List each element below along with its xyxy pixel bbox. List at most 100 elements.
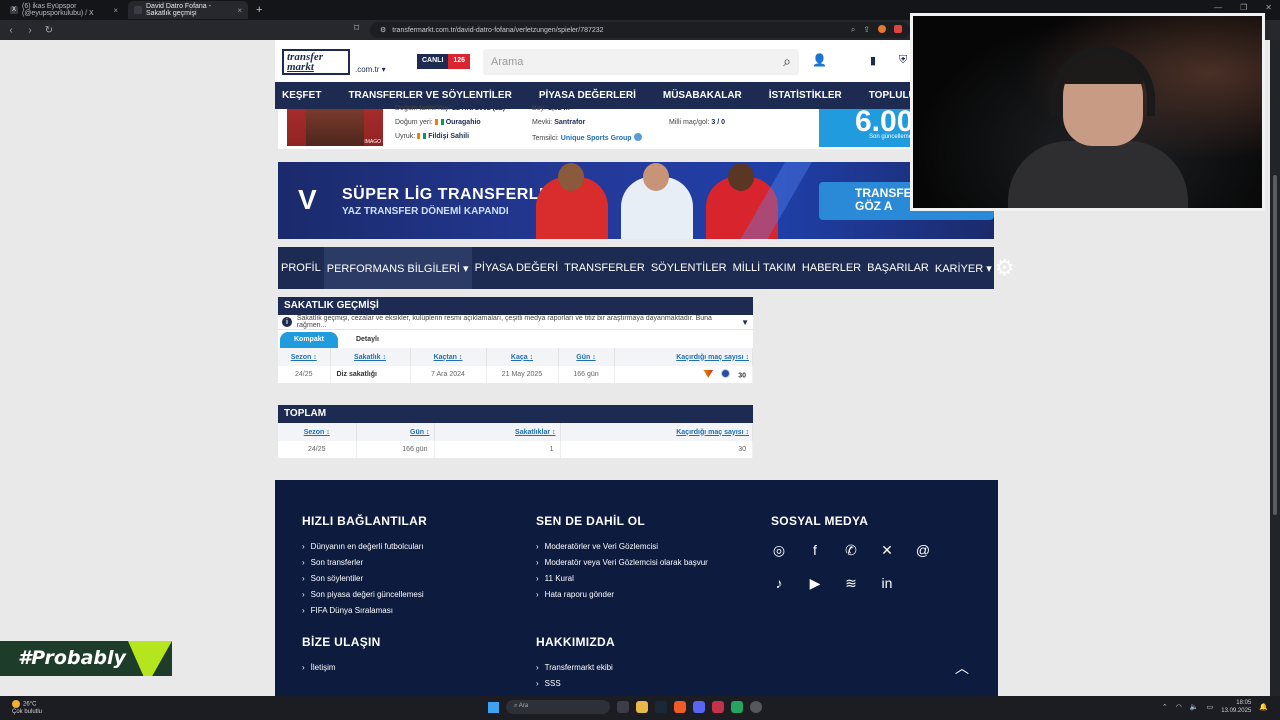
tab-profile[interactable]: PROFİL — [278, 247, 324, 289]
file-explorer-icon[interactable] — [636, 701, 648, 713]
col-from[interactable]: Kaçtan ↕ — [410, 348, 487, 366]
cell-season: 24/25 — [278, 366, 331, 383]
col-days[interactable]: Gün ↕ — [558, 348, 615, 366]
col-injury[interactable]: Sakatlık ↕ — [330, 348, 411, 366]
footer-link[interactable]: İletişim — [302, 663, 381, 672]
footer-link[interactable]: Son piyasa değeri güncellemesi — [302, 590, 427, 599]
tab-detailed[interactable]: Detaylı — [342, 332, 393, 348]
youtube-icon[interactable]: ▶ — [807, 575, 823, 592]
tab-national-team[interactable]: MİLLİ TAKIM — [730, 247, 799, 289]
zoom-icon[interactable]: ⌕ — [851, 25, 855, 35]
col-injuries[interactable]: Sakatlıklar ↕ — [434, 423, 561, 441]
close-window-icon[interactable]: ✕ — [1265, 3, 1272, 12]
tab-rumours[interactable]: SÖYLENTİLER — [648, 247, 730, 289]
brave-icon[interactable] — [674, 701, 686, 713]
tray-chevron-icon[interactable]: ⌃ — [1162, 703, 1168, 711]
rss-icon[interactable]: ≋ — [843, 575, 859, 592]
reload-icon[interactable]: ↻ — [41, 25, 57, 36]
nav-item-market-values[interactable]: PİYASA DEĞERLERİ — [539, 90, 636, 101]
share-icon[interactable]: ⇪ — [863, 25, 870, 35]
close-icon[interactable]: × — [113, 6, 118, 15]
col-season[interactable]: Sezon ↕ — [278, 423, 357, 441]
app-icon[interactable] — [712, 701, 724, 713]
threads-icon[interactable]: @ — [915, 542, 931, 559]
bookmark-icon[interactable]: ⌑ — [354, 23, 359, 34]
rewards-icon[interactable] — [894, 25, 902, 33]
linkedin-icon[interactable]: in — [879, 575, 895, 592]
tab-compact[interactable]: Kompakt — [280, 332, 338, 348]
shield-icon[interactable]: ⛨ — [899, 54, 907, 67]
footer-link[interactable]: Moderatörler ve Veri Gözlemcisi — [536, 542, 708, 551]
tab-market-value[interactable]: PİYASA DEĞERİ — [472, 247, 562, 289]
domain-selector[interactable]: .com.tr ▾ — [355, 65, 386, 74]
injury-info-row[interactable]: i Sakatlık geçmişi, cezalar ve eksikler,… — [278, 315, 753, 330]
footer-link[interactable]: Son söylentiler — [302, 574, 427, 583]
search-input[interactable]: Arama ⌕ — [483, 49, 799, 75]
task-view-icon[interactable] — [617, 701, 629, 713]
live-button[interactable]: CANLI 126 — [417, 54, 471, 69]
footer-link[interactable]: Dünyanın en değerli futbolcuları — [302, 542, 427, 551]
taskbar-search[interactable]: ⌕ Ara — [506, 700, 610, 714]
whatsapp-icon[interactable]: ✆ — [843, 542, 859, 559]
nav-item-competitions[interactable]: MÜSABAKALAR — [663, 90, 742, 101]
footer-link[interactable]: Moderatör veya Veri Gözlemcisi olarak ba… — [536, 558, 708, 567]
user-icon[interactable]: 👤 — [812, 53, 827, 67]
battery-icon[interactable]: ▭ — [1207, 703, 1214, 711]
xbox-icon[interactable] — [731, 701, 743, 713]
tab-news[interactable]: HABERLER — [799, 247, 864, 289]
speaker-icon[interactable]: 🔈 — [1190, 703, 1199, 711]
x-icon[interactable]: ✕ — [879, 542, 895, 559]
browser-tab[interactable]: X (6) ikas Eyüpspor (@eyupsporkulubu) / … — [4, 1, 124, 19]
footer-link[interactable]: 11 Kural — [536, 574, 708, 583]
new-tab-icon[interactable]: + — [256, 4, 262, 16]
col-until[interactable]: Kaça ↕ — [486, 348, 559, 366]
weather-widget[interactable]: 26°C Çok bulutlu — [12, 700, 42, 716]
chelsea-crest-icon[interactable] — [721, 369, 731, 379]
tab-transfers[interactable]: TRANSFERLER — [561, 247, 648, 289]
site-info-icon[interactable]: ⚙ — [380, 26, 386, 34]
nav-item-kesfet[interactable]: KEŞFET — [282, 90, 321, 101]
tab-achievements[interactable]: BAŞARILAR — [864, 247, 932, 289]
footer-link[interactable]: Transfermarkt ekibi — [536, 663, 615, 672]
search-icon[interactable]: ⌕ — [783, 53, 791, 70]
forward-icon[interactable]: › — [22, 25, 38, 36]
transfermarkt-logo[interactable]: transfer markt — [282, 49, 350, 75]
col-days[interactable]: Gün ↕ — [356, 423, 435, 441]
brave-shield-icon[interactable] — [878, 25, 886, 33]
nav-item-transfers[interactable]: TRANSFERLER VE SÖYLENTİLER — [348, 90, 511, 101]
footer-link[interactable]: Son transferler — [302, 558, 427, 567]
footer-link[interactable]: SSS — [536, 679, 615, 688]
agent-link[interactable]: Unique Sports Group — [561, 135, 632, 142]
browser-tab-active[interactable]: David Datro Fofana - Sakatlık geçmişi × — [128, 1, 248, 19]
wifi-icon[interactable]: ◠ — [1176, 703, 1182, 711]
back-icon[interactable]: ‹ — [3, 25, 19, 36]
windows-start-icon[interactable] — [488, 701, 499, 713]
chevron-down-icon[interactable]: ▼ — [741, 318, 749, 327]
super-lig-transfers-banner[interactable]: V SÜPER LİG TRANSFERLERİ YAZ TRANSFER DÖ… — [278, 162, 994, 239]
watchlist-bookmark-icon[interactable]: ▮ — [870, 54, 876, 67]
steam-icon[interactable] — [655, 701, 667, 713]
goztepe-crest-icon[interactable] — [703, 369, 714, 378]
minimize-icon[interactable]: — — [1214, 3, 1222, 12]
col-games-missed[interactable]: Kaçırdığı maç sayısı ↕ — [614, 348, 753, 366]
discord-icon[interactable] — [693, 701, 705, 713]
tab-career[interactable]: KARİYER ▾ — [932, 247, 995, 289]
gear-icon[interactable]: ⚙ — [995, 255, 1015, 281]
tab-performance[interactable]: PERFORMANS BİLGİLERİ ▾ — [323, 247, 472, 289]
back-to-top-icon[interactable]: ︿ — [955, 658, 969, 678]
clock[interactable]: 18:05 13.09.2025 — [1221, 699, 1251, 715]
footer-link[interactable]: FIFA Dünya Sıralaması — [302, 606, 427, 615]
col-season[interactable]: Sezon ↕ — [278, 348, 331, 366]
col-games-missed[interactable]: Kaçırdığı maç sayısı ↕ — [560, 423, 753, 441]
settings-icon[interactable] — [750, 701, 762, 713]
maximize-icon[interactable]: ❐ — [1240, 3, 1247, 12]
facebook-icon[interactable]: f — [807, 542, 823, 559]
tiktok-icon[interactable]: ♪ — [771, 575, 787, 592]
notifications-icon[interactable]: 🔔 — [1259, 703, 1268, 711]
close-icon[interactable]: × — [237, 6, 242, 15]
page-scrollbar[interactable] — [1270, 40, 1280, 696]
instagram-icon[interactable]: ◎ — [771, 542, 787, 559]
nav-item-statistics[interactable]: İSTATİSTİKLER — [769, 90, 842, 101]
footer-link[interactable]: Hata raporu gönder — [536, 590, 708, 599]
url-field[interactable]: ⚙ transfermarkt.com.tr/david-datro-fofan… — [370, 22, 910, 38]
